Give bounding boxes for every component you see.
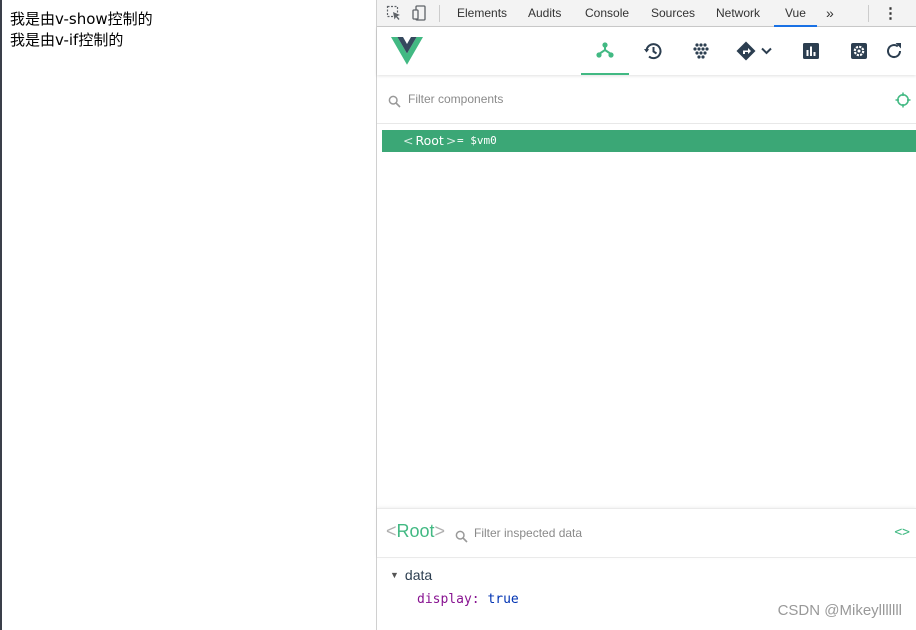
watermark: CSDN @Mikeylllllll (777, 602, 902, 619)
vm-reference: = $vm0 (457, 134, 497, 147)
performance-icon[interactable] (787, 27, 835, 75)
component-filter-bar: Filter components (377, 76, 916, 124)
inspected-component-title: <Root> (386, 521, 446, 541)
search-icon (388, 93, 401, 112)
page-viewport: 我是由v-show控制的 我是由v-if控制的 (2, 0, 376, 630)
inspect-element-icon[interactable] (385, 4, 403, 22)
routing-icon[interactable] (731, 27, 781, 75)
components-icon[interactable] (581, 27, 629, 75)
root-tag: < Root > (403, 133, 457, 148)
refresh-icon[interactable] (883, 27, 916, 75)
v-if-text: 我是由v-if控制的 (10, 31, 124, 49)
data-section-toggle[interactable]: ▼ data (390, 567, 432, 583)
v-show-text: 我是由v-show控制的 (10, 10, 153, 28)
filter-components-input[interactable]: Filter components (408, 92, 503, 106)
data-section-label: data (404, 567, 433, 583)
devtools-toolbar: Elements Audits Console Sources Network … (377, 0, 916, 27)
prop-separator: : (471, 592, 480, 607)
vuex-icon[interactable] (677, 27, 725, 75)
select-component-crosshair-icon[interactable] (895, 92, 911, 112)
history-icon[interactable] (629, 27, 677, 75)
kebab-menu-icon[interactable]: ⋮ (883, 0, 898, 26)
tab-elements[interactable]: Elements (457, 0, 507, 26)
vue-logo-icon (391, 37, 423, 65)
devtools-panel: Elements Audits Console Sources Network … (377, 0, 916, 630)
data-property-row[interactable]: display: true (417, 592, 519, 607)
tab-sources[interactable]: Sources (651, 0, 695, 26)
toolbar-divider (868, 5, 869, 22)
prop-value[interactable]: true (487, 592, 518, 607)
tab-audits[interactable]: Audits (528, 0, 561, 26)
inspector-header: <Root> Filter inspected data <> (377, 508, 916, 558)
inspect-dom-code-icon[interactable]: <> (894, 525, 910, 540)
prop-key: display (417, 592, 472, 607)
tab-vue[interactable]: Vue (774, 0, 817, 27)
filter-inspected-data-input[interactable]: Filter inspected data (474, 526, 582, 540)
device-toolbar-icon[interactable] (411, 4, 429, 22)
triangle-down-icon: ▼ (390, 570, 399, 580)
tab-network[interactable]: Network (716, 0, 760, 26)
component-tree-row-root[interactable]: < Root > = $vm0 (382, 130, 916, 152)
toolbar-divider (439, 5, 440, 22)
search-icon (455, 528, 468, 547)
settings-icon[interactable] (835, 27, 883, 75)
more-tabs-icon[interactable]: » (826, 0, 834, 26)
vue-devtools-header (377, 27, 916, 75)
tab-console[interactable]: Console (585, 0, 629, 26)
